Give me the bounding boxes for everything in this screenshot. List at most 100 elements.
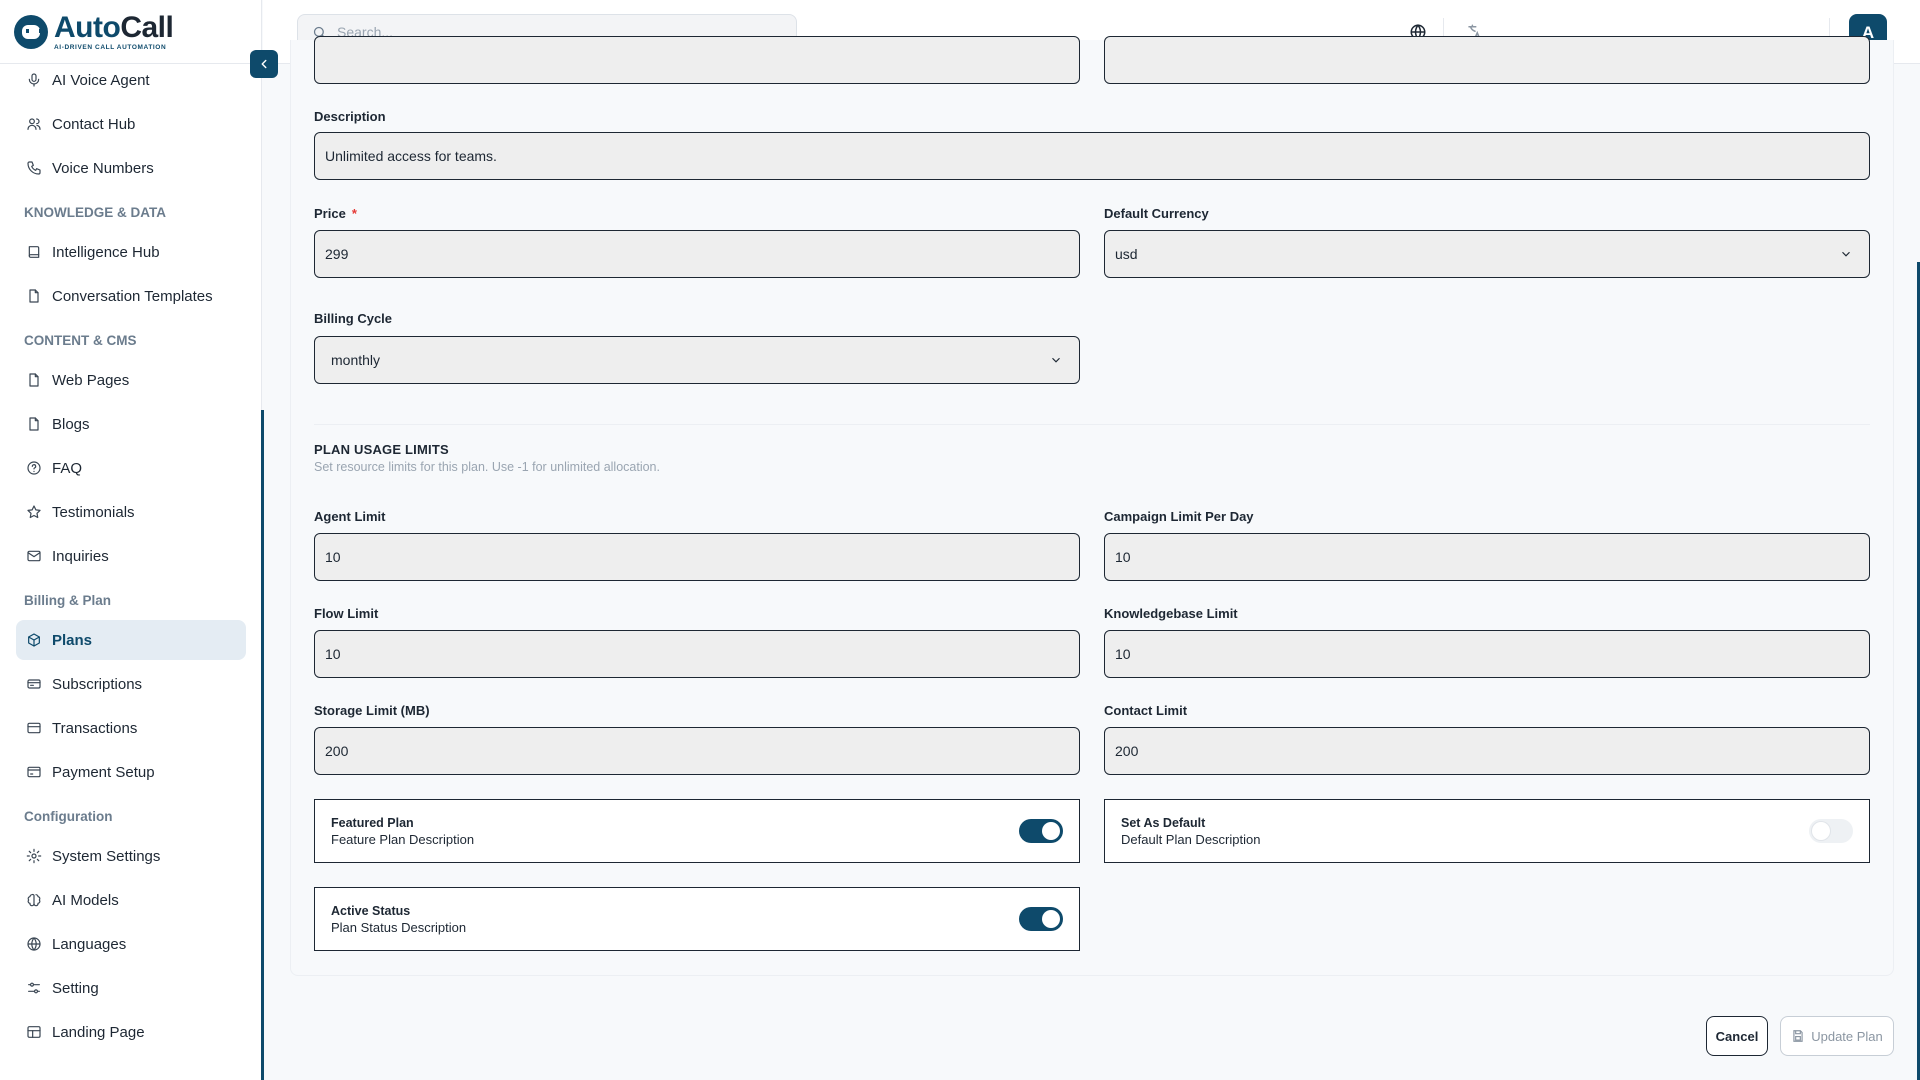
file-icon [29,289,39,303]
sidebar-item-contact-hub[interactable]: Contact Hub [16,104,246,144]
featured-plan-text: Featured Plan Feature Plan Description [331,816,474,847]
contact-limit-label: Contact Limit [1104,703,1188,718]
sidebar-section-knowledge-data: KNOWLEDGE & DATA [24,204,166,220]
active-status-title: Active Status [331,903,411,918]
plan-slug-field[interactable] [1104,36,1870,84]
usage-limits-title: PLAN USAGE LIMITS [314,442,449,457]
description-input[interactable]: Unlimited access for teams. [314,132,1870,180]
agent-limit-input[interactable]: 10 [314,533,1080,581]
gear-icon [26,848,42,864]
storage-limit-input[interactable]: 200 [314,727,1080,775]
required-marker: * [351,206,357,221]
chevron-down-icon [1052,357,1060,363]
robot-logo-icon [14,15,48,49]
agent-limit-label: Agent Limit [314,509,386,524]
currency-select[interactable]: usd [1104,230,1870,278]
update-plan-button[interactable]: Update Plan [1780,1016,1894,1056]
sidebar-item-label: Inquiries [52,547,109,565]
brain-icon [27,893,41,907]
flow-limit-input[interactable]: 10 [314,630,1080,678]
usage-limits-subtitle: Set resource limits for this plan. Use -… [314,460,660,474]
credit-card-icon [27,722,41,734]
billing-cycle-value: monthly [331,352,381,368]
sidebar-item-payment-setup[interactable]: Payment Setup [16,752,246,792]
campaign-limit-input[interactable]: 10 [1104,533,1870,581]
users-icon [27,118,41,130]
sidebar-section-billing-plan: Billing & Plan [24,592,112,608]
sidebar-item-label: Testimonials [52,503,135,521]
update-plan-label: Update Plan [1811,1028,1883,1044]
brand-name-part-b: Call [120,11,174,44]
sidebar-item-setting[interactable]: Setting [16,968,246,1008]
sidebar-item-label: Payment Setup [52,763,155,781]
active-status-toggle[interactable] [1019,907,1063,931]
sidebar-item-inquiries[interactable]: Inquiries [16,536,246,576]
set-default-title: Set As Default [1121,815,1206,830]
sidebar-item-web-pages[interactable]: Web Pages [16,360,246,400]
sidebar-item-ai-models[interactable]: AI Models [16,880,246,920]
featured-plan-description: Feature Plan Description [331,831,475,847]
sidebar-item-label: FAQ [52,459,83,477]
sidebar-item-label: Setting [52,979,99,997]
sidebar-item-voice-numbers[interactable]: Voice Numbers [16,148,246,188]
price-label-text: Price [314,206,346,221]
brand-name: AutoCall [54,11,174,44]
globe-icon [27,937,41,951]
knowledgebase-limit-label: Knowledgebase Limit [1104,606,1238,621]
book-icon [28,246,40,258]
sidebar-section-configuration: Configuration [24,808,113,824]
collapse-sidebar-button[interactable] [250,50,278,78]
price-input[interactable]: 299 [314,230,1080,278]
description-label: Description [314,109,386,124]
brand-name-part-a: Auto [54,11,121,44]
help-circle-icon [27,461,41,475]
knowledgebase-limit-input[interactable]: 10 [1104,630,1870,678]
contact-limit-input[interactable]: 200 [1104,727,1870,775]
set-default-text: Set As Default Default Plan Description [1121,816,1260,847]
sidebar-item-system-settings[interactable]: System Settings [16,836,246,876]
active-status-description: Plan Status Description [331,919,467,935]
package-icon [28,633,40,647]
sidebar-item-label: Landing Page [52,1023,145,1041]
sidebar-nav: AI Voice Agent Contact Hub Voice Numbers KN… [16,60,246,1056]
sidebar-item-faq[interactable]: FAQ [16,448,246,488]
sidebar-item-label: AI Models [52,891,119,909]
price-label: Price * [314,206,357,221]
sidebar-item-subscriptions[interactable]: Subscriptions [16,664,246,704]
storage-limit-label: Storage Limit (MB) [314,703,430,718]
set-default-description: Default Plan Description [1121,831,1261,847]
sidebar-item-ai-voice-agent[interactable]: AI Voice Agent [16,60,246,100]
sidebar-item-intelligence-hub[interactable]: Intelligence Hub [16,232,246,272]
sidebar-item-conversation-templates[interactable]: Conversation Templates [16,276,246,316]
toggle-knob [1042,822,1060,840]
sidebar-item-label: Voice Numbers [52,159,154,177]
section-divider [314,424,1870,425]
wallet-icon [27,766,41,778]
plan-name-field[interactable] [314,36,1080,84]
sidebar-item-plans[interactable]: Plans [16,620,246,660]
cancel-button[interactable]: Cancel [1706,1016,1768,1056]
chevron-left-icon [261,59,267,69]
sidebar-item-label: Languages [52,935,127,953]
set-default-toggle[interactable] [1809,819,1853,843]
sidebar-item-label: Blogs [52,415,90,433]
featured-plan-toggle[interactable] [1019,819,1063,843]
sidebar-item-testimonials[interactable]: Testimonials [16,492,246,532]
sidebar-item-label: Transactions [52,719,138,737]
billing-cycle-select[interactable]: monthly [314,336,1080,384]
active-status-card: Active Status Plan Status Description [314,887,1080,951]
sidebar-item-languages[interactable]: Languages [16,924,246,964]
sidebar: AutoCall AI-DRIVEN CALL AUTOMATION AI Vo… [0,0,262,1080]
chevron-down-icon [1842,251,1850,257]
sidebar-item-label: Intelligence Hub [52,243,160,261]
set-default-card: Set As Default Default Plan Description [1104,799,1870,863]
sidebar-item-label: Conversation Templates [52,287,213,305]
currency-label: Default Currency [1104,206,1209,221]
sidebar-item-label: AI Voice Agent [52,71,150,89]
receipt-icon [27,679,41,689]
featured-plan-card: Featured Plan Feature Plan Description [314,799,1080,863]
sidebar-item-blogs[interactable]: Blogs [16,404,246,444]
sidebar-item-transactions[interactable]: Transactions [16,708,246,748]
sidebar-item-landing-page[interactable]: Landing Page [16,1012,246,1052]
brand-logo[interactable]: AutoCall AI-DRIVEN CALL AUTOMATION [14,10,174,54]
